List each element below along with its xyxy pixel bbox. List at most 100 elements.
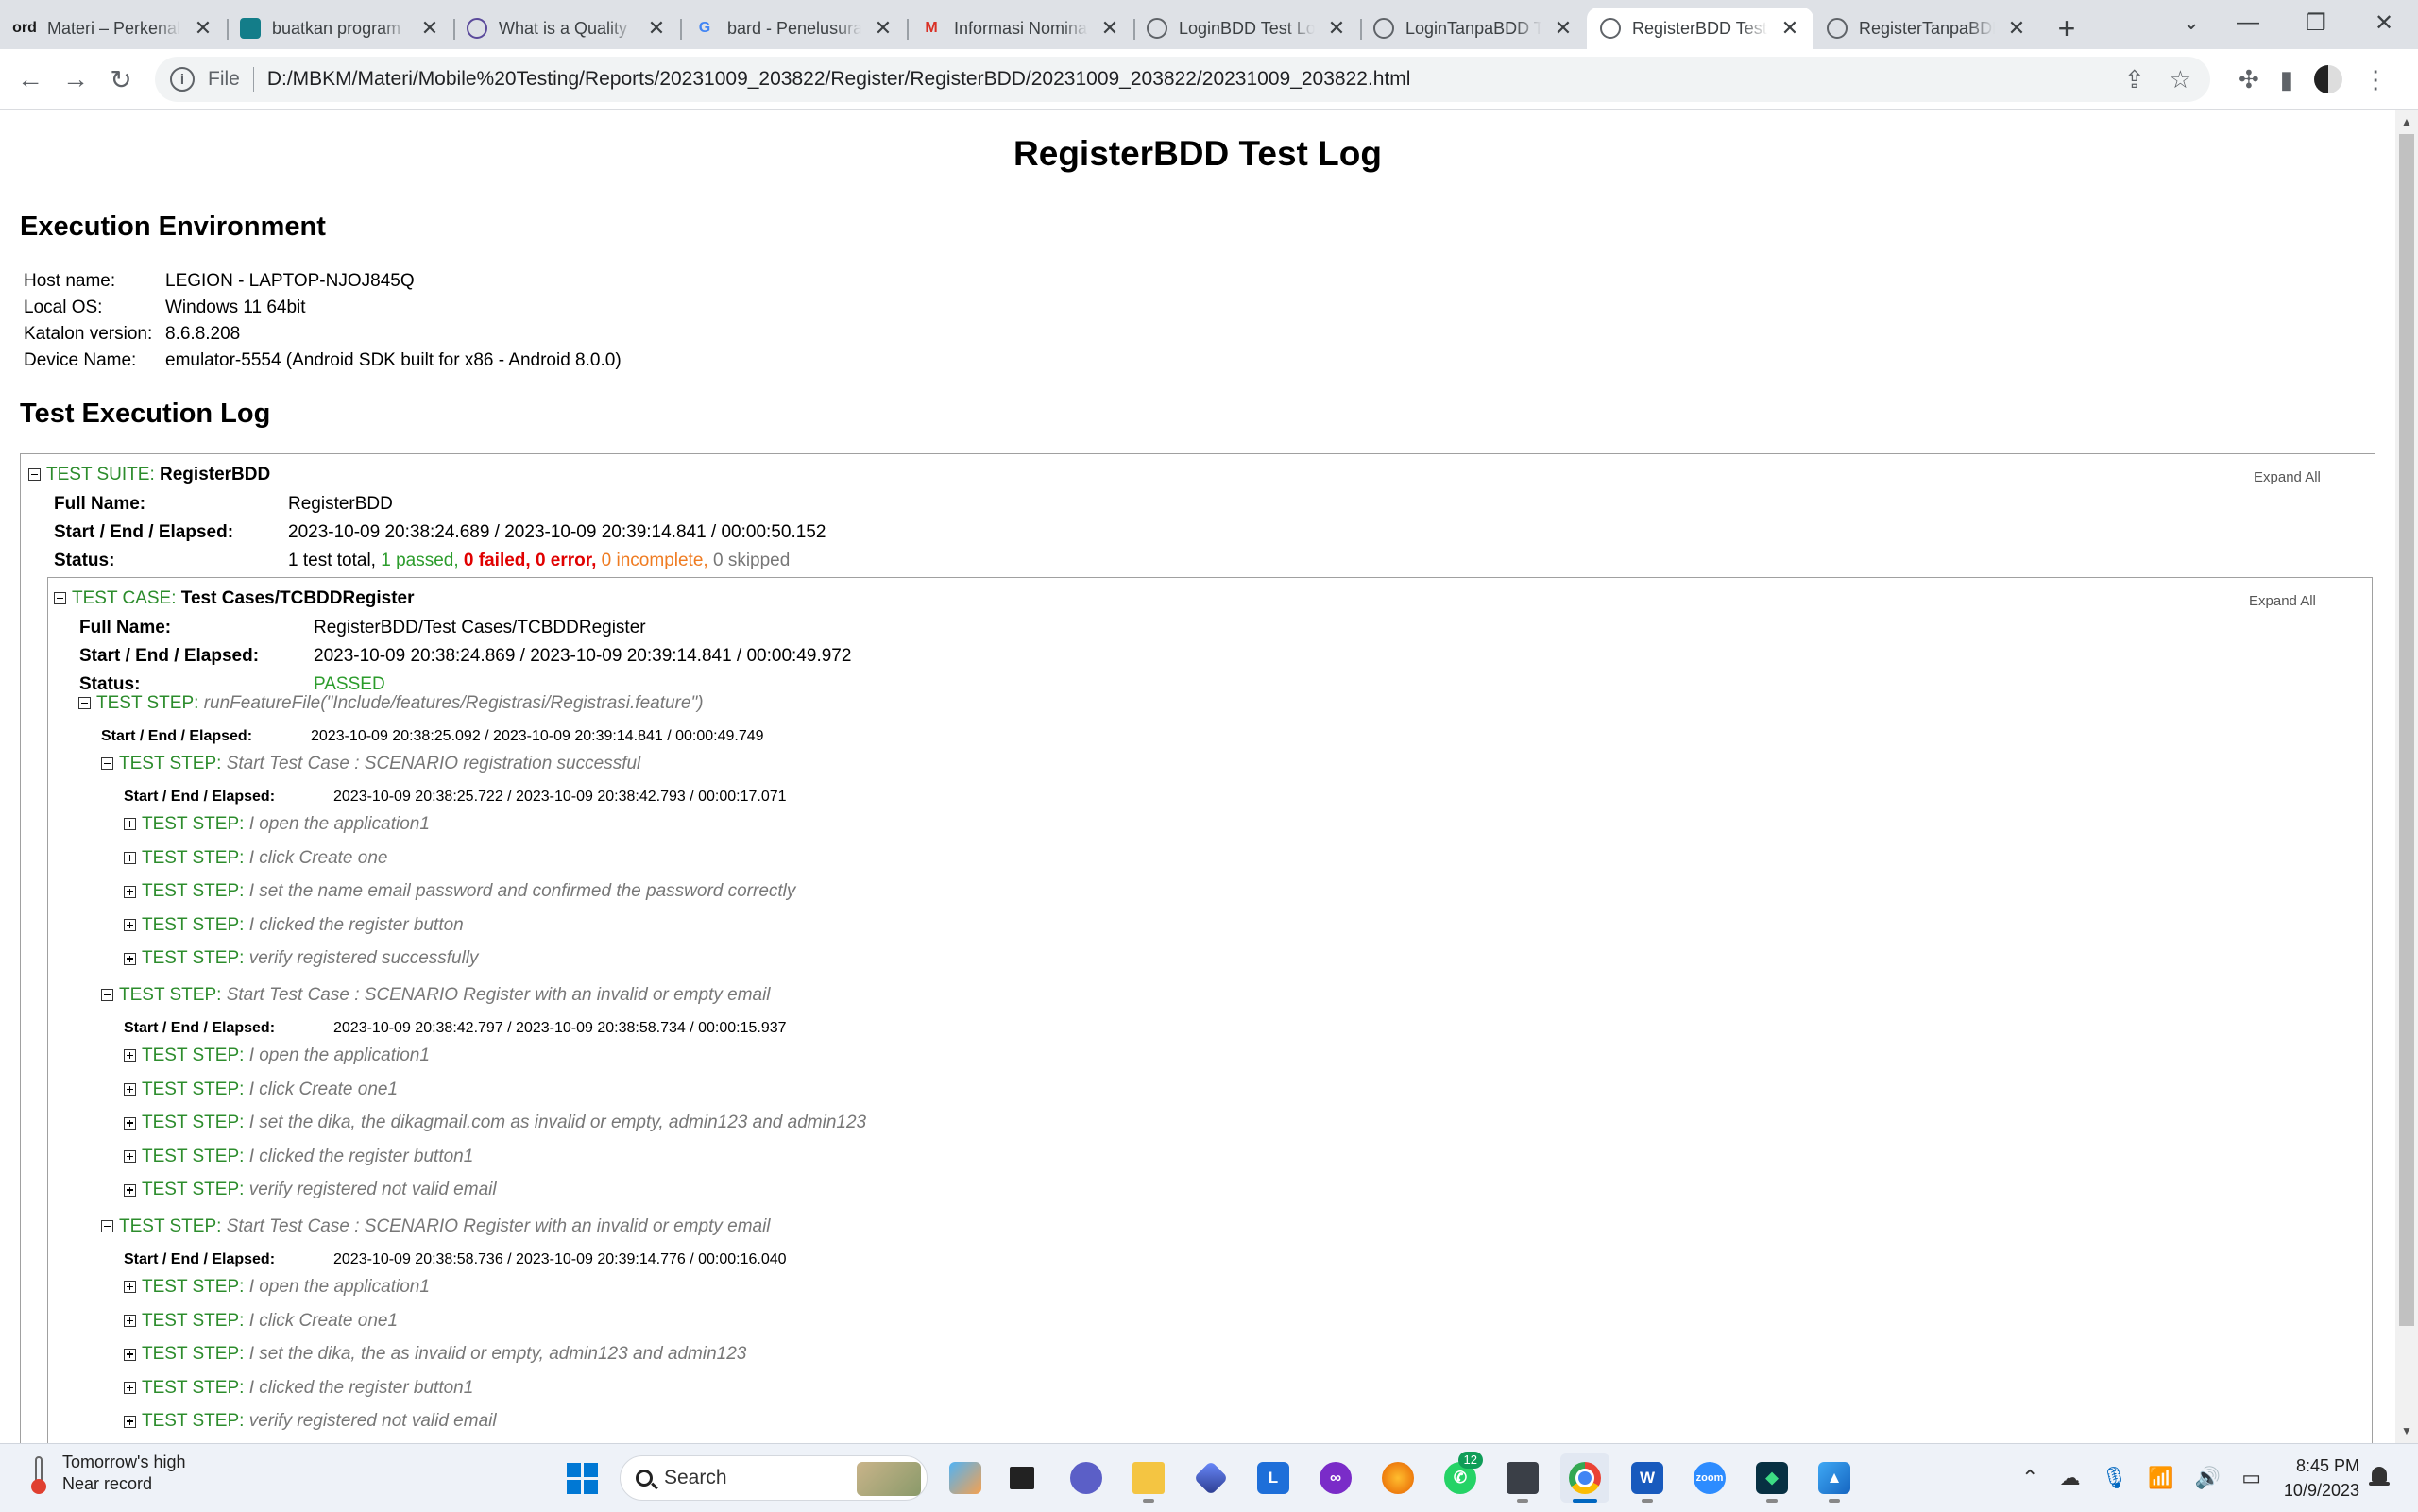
scroll-up-icon[interactable]: ▲ bbox=[2395, 111, 2418, 132]
microphone-icon[interactable]: 🎙 bbox=[2101, 1466, 2127, 1490]
step-item[interactable]: TEST STEP: I clicked the register button… bbox=[124, 1378, 473, 1399]
step-item[interactable]: TEST STEP: I open the application1 bbox=[124, 814, 430, 835]
scrollbar-thumb[interactable] bbox=[2399, 134, 2414, 1326]
scenario-step-header[interactable]: TEST STEP: Start Test Case : SCENARIO Re… bbox=[101, 985, 771, 1006]
onedrive-cloud-icon[interactable]: ☁ bbox=[2059, 1466, 2080, 1490]
bookmark-star-icon[interactable]: ☆ bbox=[2170, 65, 2191, 94]
notification-bell-icon[interactable] bbox=[2369, 1467, 2390, 1489]
suite-expand-all-link[interactable]: Expand All bbox=[2254, 469, 2321, 485]
vpn-mask-icon[interactable]: ∞ bbox=[1311, 1453, 1360, 1503]
scenario-step-header[interactable]: TEST STEP: Start Test Case : SCENARIO re… bbox=[101, 754, 640, 774]
expand-icon[interactable] bbox=[124, 1083, 136, 1096]
firefox-icon[interactable] bbox=[1373, 1453, 1422, 1503]
close-tab-icon[interactable]: ✕ bbox=[1553, 16, 1574, 41]
extensions-puzzle-icon[interactable]: ✣ bbox=[2239, 65, 2259, 94]
expand-icon[interactable] bbox=[124, 1150, 136, 1164]
scroll-down-icon[interactable]: ▼ bbox=[2395, 1420, 2418, 1441]
new-tab-plus-icon[interactable]: + bbox=[2044, 8, 2089, 49]
step-item[interactable]: TEST STEP: I click Create one1 bbox=[124, 1079, 398, 1100]
step-item[interactable]: TEST STEP: I clicked the register button… bbox=[124, 1147, 473, 1167]
site-info-icon[interactable]: i bbox=[170, 67, 195, 92]
minimize-icon[interactable]: — bbox=[2214, 0, 2282, 45]
browser-tab[interactable]: LoginBDD Test Log ✕ bbox=[1133, 8, 1360, 49]
collapse-icon[interactable] bbox=[28, 468, 41, 482]
expand-icon[interactable] bbox=[124, 1315, 136, 1328]
close-tab-icon[interactable]: ✕ bbox=[873, 16, 894, 41]
copilot-app-icon[interactable] bbox=[1186, 1453, 1235, 1503]
expand-icon[interactable] bbox=[124, 818, 136, 831]
close-tab-icon[interactable]: ✕ bbox=[1326, 16, 1347, 41]
wifi-icon[interactable]: 📶 bbox=[2148, 1466, 2173, 1490]
step-item[interactable]: TEST STEP: I open the application1 bbox=[124, 1045, 430, 1066]
zoom-icon[interactable]: zoom bbox=[1685, 1453, 1734, 1503]
collapse-icon[interactable] bbox=[78, 697, 91, 710]
expand-icon[interactable] bbox=[124, 1116, 136, 1130]
step-item[interactable]: TEST STEP: I set the name email password… bbox=[124, 881, 795, 902]
address-url[interactable]: D:/MBKM/Materi/Mobile%20Testing/Reports/… bbox=[267, 68, 1411, 91]
expand-icon[interactable] bbox=[124, 952, 136, 965]
menu-kebab-icon[interactable]: ⋮ bbox=[2363, 65, 2388, 94]
browser-tab[interactable]: ord Materi – Perkenalan ✕ bbox=[0, 8, 227, 49]
word-icon[interactable]: W bbox=[1623, 1453, 1672, 1503]
feature-step-header[interactable]: TEST STEP: runFeatureFile("Include/featu… bbox=[78, 693, 704, 714]
collapse-icon[interactable] bbox=[54, 592, 66, 605]
weather-widget[interactable]: Tomorrow's high Near record bbox=[28, 1452, 185, 1495]
close-window-icon[interactable]: ✕ bbox=[2350, 0, 2418, 45]
case-header[interactable]: TEST CASE: Test Cases/TCBDDRegister bbox=[54, 586, 415, 612]
browser-tab[interactable]: buatkan program ✕ bbox=[227, 8, 453, 49]
browser-tab[interactable]: RegisterTanpaBDD ✕ bbox=[1814, 8, 2040, 49]
expand-icon[interactable] bbox=[124, 1281, 136, 1294]
suite-header[interactable]: TEST SUITE: RegisterBDD bbox=[28, 462, 270, 488]
address-bar[interactable]: i File D:/MBKM/Materi/Mobile%20Testing/R… bbox=[155, 57, 2210, 102]
back-arrow-icon[interactable]: ← bbox=[13, 62, 47, 96]
step-item[interactable]: TEST STEP: verify registered not valid e… bbox=[124, 1411, 497, 1432]
step-item[interactable]: TEST STEP: I click Create one bbox=[124, 848, 387, 869]
chat-icon[interactable] bbox=[1062, 1453, 1111, 1503]
browser-tab[interactable]: LoginTanpaBDD Test ✕ bbox=[1360, 8, 1587, 49]
forward-arrow-icon[interactable]: → bbox=[59, 62, 93, 96]
tab-search-chevron-icon[interactable]: ⌄ bbox=[2172, 4, 2210, 42]
expand-icon[interactable] bbox=[124, 885, 136, 898]
step-item[interactable]: TEST STEP: verify registered not valid e… bbox=[124, 1180, 497, 1200]
step-item[interactable]: TEST STEP: I open the application1 bbox=[124, 1277, 430, 1298]
whatsapp-icon[interactable]: ✆ 12 bbox=[1436, 1452, 1485, 1503]
step-item[interactable]: TEST STEP: I click Create one1 bbox=[124, 1311, 398, 1332]
expand-icon[interactable] bbox=[124, 1348, 136, 1361]
step-item[interactable]: TEST STEP: I clicked the register button bbox=[124, 915, 464, 936]
close-tab-icon[interactable]: ✕ bbox=[646, 16, 667, 41]
step-item[interactable]: TEST STEP: I set the dika, the as invali… bbox=[124, 1344, 746, 1365]
scenario-step-header[interactable]: TEST STEP: Start Test Case : SCENARIO Re… bbox=[101, 1216, 771, 1237]
copilot-icon[interactable] bbox=[941, 1453, 990, 1503]
start-windows-icon[interactable] bbox=[557, 1453, 606, 1503]
restore-icon[interactable]: ❐ bbox=[2282, 0, 2350, 45]
page-scrollbar[interactable]: ▲ ▼ bbox=[2395, 110, 2418, 1443]
taskbar-clock[interactable]: 8:45 PM 10/9/2023 bbox=[2263, 1453, 2359, 1503]
profile-avatar[interactable] bbox=[2314, 65, 2343, 93]
browser-tab[interactable]: RegisterBDD Test Log ✕ bbox=[1587, 8, 1814, 49]
reload-icon[interactable]: ↻ bbox=[104, 62, 138, 96]
expand-icon[interactable] bbox=[124, 1415, 136, 1428]
close-tab-icon[interactable]: ✕ bbox=[419, 16, 440, 41]
close-tab-icon[interactable]: ✕ bbox=[1099, 16, 1120, 41]
step-item[interactable]: TEST STEP: verify registered successfull… bbox=[124, 948, 479, 969]
side-panel-icon[interactable]: ▮ bbox=[2280, 65, 2293, 94]
chrome-icon[interactable] bbox=[1560, 1453, 1609, 1503]
battery-icon[interactable]: ▭ bbox=[2241, 1466, 2261, 1490]
expand-icon[interactable] bbox=[124, 1049, 136, 1062]
browser-tab[interactable]: M Informasi Nominasi ✕ bbox=[907, 8, 1133, 49]
close-tab-icon[interactable]: ✕ bbox=[1779, 16, 1800, 41]
file-explorer-icon[interactable] bbox=[1124, 1453, 1173, 1503]
inbox-app-icon[interactable] bbox=[1498, 1453, 1547, 1503]
chevron-up-icon[interactable]: ⌃ bbox=[2021, 1466, 2038, 1490]
expand-icon[interactable] bbox=[124, 1183, 136, 1197]
close-tab-icon[interactable]: ✕ bbox=[2006, 16, 2027, 41]
share-icon[interactable]: ⇪ bbox=[2124, 65, 2145, 94]
collapse-icon[interactable] bbox=[101, 1220, 113, 1233]
task-view-icon[interactable] bbox=[997, 1453, 1047, 1503]
expand-icon[interactable] bbox=[124, 852, 136, 865]
browser-tab[interactable]: What is a Quality ✕ bbox=[453, 8, 680, 49]
close-tab-icon[interactable]: ✕ bbox=[193, 16, 213, 41]
browser-tab[interactable]: Gbard - Penelusuran ✕ bbox=[680, 8, 907, 49]
expand-icon[interactable] bbox=[124, 919, 136, 932]
expand-icon[interactable] bbox=[124, 1382, 136, 1395]
